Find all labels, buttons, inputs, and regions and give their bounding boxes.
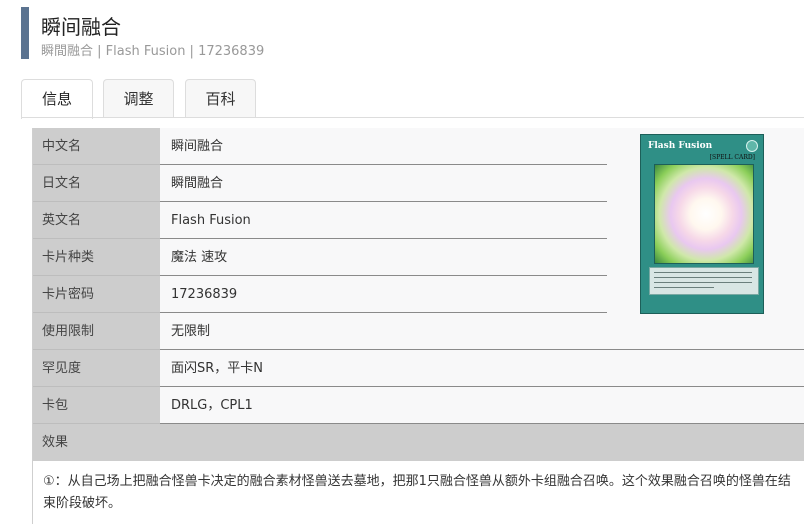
info-row-cn-name: 中文名 瞬间融合	[33, 128, 608, 165]
info-value: DRLG，CPL1	[171, 398, 253, 413]
info-row-card-type: 卡片种类 魔法 速攻	[33, 239, 608, 276]
info-value: 无限制	[171, 324, 211, 339]
info-row-en-name: 英文名 Flash Fusion	[33, 202, 608, 239]
info-label: 卡片密码	[33, 276, 160, 313]
tab-info[interactable]: 信息	[21, 79, 93, 119]
text-line	[654, 287, 714, 288]
info-row-rarity: 罕见度 面闪SR，平卡N	[33, 350, 804, 387]
card-name: Flash Fusion	[648, 141, 713, 151]
info-row-limit: 使用限制 无限制	[33, 313, 804, 350]
tab-bar: 信息 调整 百科	[21, 79, 804, 119]
page-header: 瞬间融合 瞬間融合 | Flash Fusion | 17236839	[21, 7, 789, 59]
info-value: Flash Fusion	[171, 213, 251, 228]
page-title: 瞬间融合	[41, 15, 121, 39]
card-text-box	[649, 267, 759, 295]
effect-text: ①：从自己场上把融合怪兽卡决定的融合素材怪兽送去墓地，把那1只融合怪兽从额外卡组…	[33, 461, 804, 524]
info-label: 英文名	[33, 202, 160, 239]
info-label: 使用限制	[33, 313, 160, 350]
spell-attribute-icon	[746, 140, 758, 152]
tab-divider	[21, 117, 804, 118]
info-label: 卡包	[33, 387, 160, 424]
card-type-line: [SPELL CARD]	[709, 154, 755, 161]
info-value: 17236839	[171, 287, 238, 302]
effect-header: 效果	[33, 424, 804, 461]
info-value: 面闪SR，平卡N	[171, 361, 264, 376]
info-value: 瞬间融合	[171, 139, 224, 154]
info-value: 瞬間融合	[171, 176, 224, 191]
info-label: 日文名	[33, 165, 160, 202]
text-line	[654, 272, 752, 273]
info-label: 罕见度	[33, 350, 160, 387]
info-label: 卡片种类	[33, 239, 160, 276]
tab-adjust[interactable]: 调整	[103, 79, 174, 117]
text-line	[654, 277, 752, 278]
card-artwork	[654, 164, 754, 264]
info-row-password: 卡片密码 17236839	[33, 276, 608, 313]
info-row-pack: 卡包 DRLG，CPL1	[33, 387, 804, 424]
info-value: 魔法 速攻	[171, 250, 228, 265]
card-image[interactable]: Flash Fusion [SPELL CARD]	[640, 134, 764, 314]
page-subtitle: 瞬間融合 | Flash Fusion | 17236839	[41, 44, 265, 59]
info-row-jp-name: 日文名 瞬間融合	[33, 165, 608, 202]
tab-wiki[interactable]: 百科	[185, 79, 256, 117]
text-line	[654, 282, 752, 283]
info-label: 中文名	[33, 128, 160, 165]
